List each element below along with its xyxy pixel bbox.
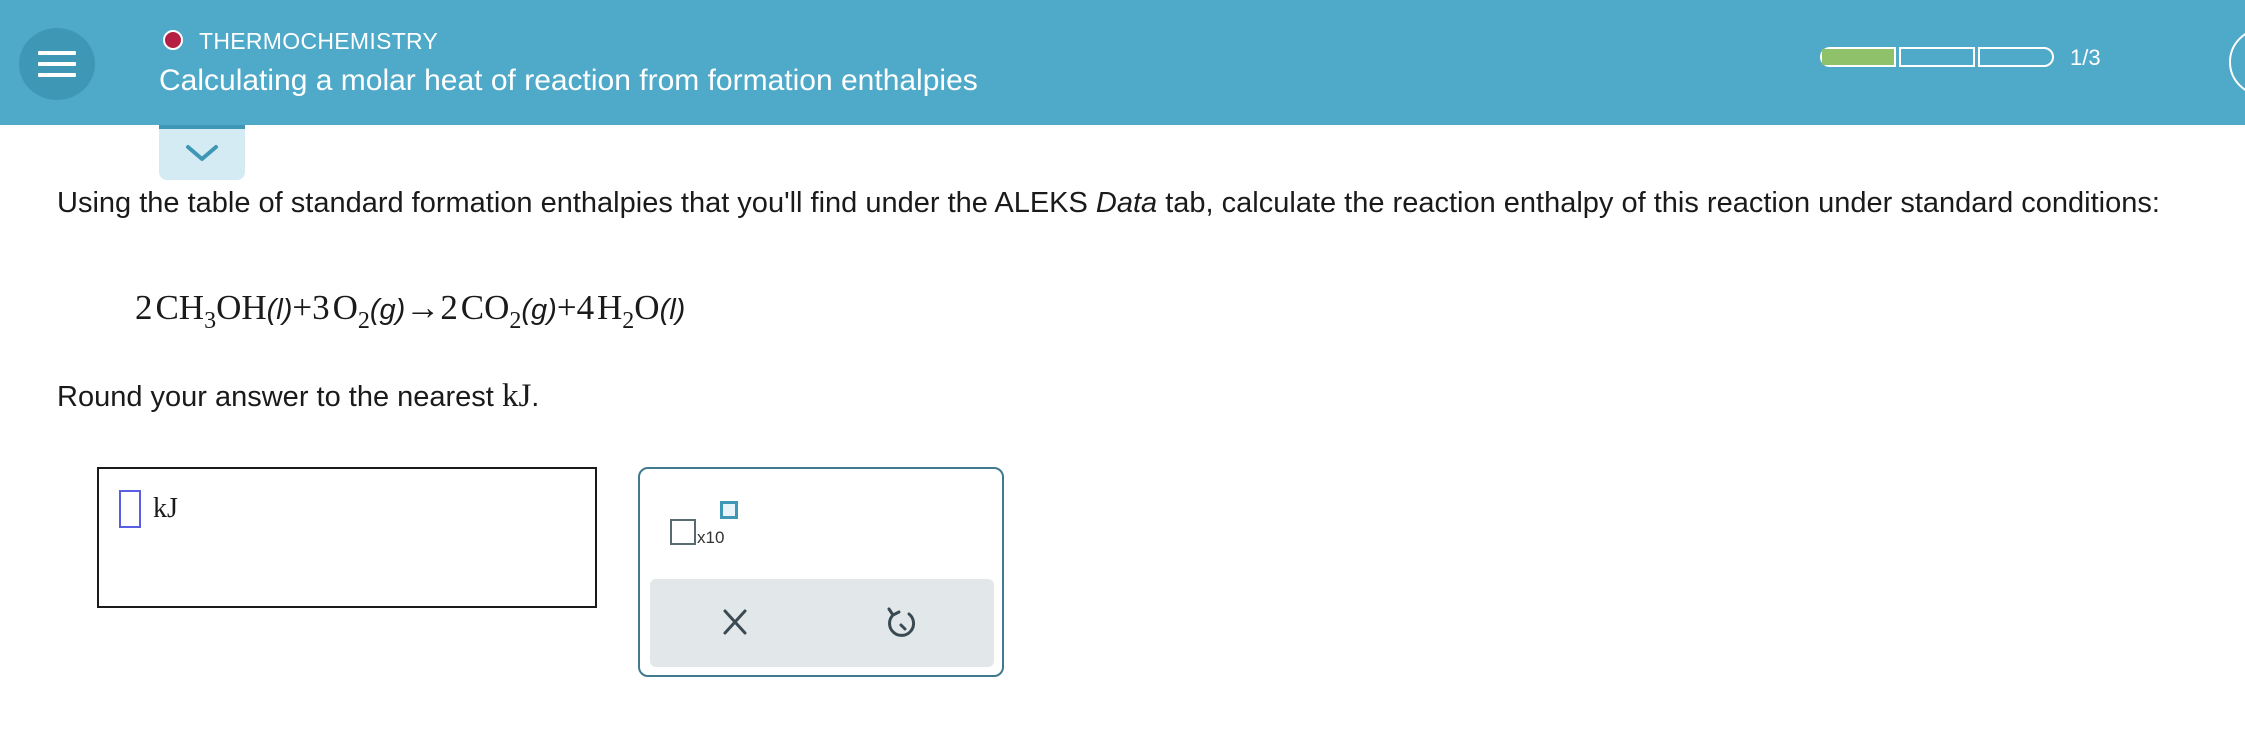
close-icon [723,609,747,635]
progress-count: 1/3 [2070,45,2101,70]
question-text: Using the table of standard formation en… [57,187,2160,219]
topic-status-dot [163,30,183,50]
reaction-arrow: → [405,288,441,327]
scientific-notation-icon [670,519,696,545]
answer-area: kJ [97,467,597,608]
topic-label: THERMOCHEMISTRY [199,28,439,54]
chemical-equation: 2 CH3OH(l)+3 O2(g)→2 CO2(g)+4 H2O(l) [135,288,686,334]
x10-label: x10 [697,528,725,547]
progress-segment [1978,47,2054,67]
scientific-notation-button[interactable]: x10 [670,501,742,551]
page-title: Calculating a molar heat of reaction fro… [159,64,978,97]
exponent-box-icon [720,501,738,519]
progress-segment [1899,47,1975,67]
clear-button[interactable] [710,603,760,643]
collapse-header-button[interactable] [159,125,245,180]
action-bar [650,579,994,667]
answer-input[interactable] [119,490,141,528]
answer-unit: kJ [153,493,178,524]
progress-segment [1820,47,1896,67]
rounding-instruction: Round your answer to the nearest kJ. [57,378,540,414]
top-bar: THERMOCHEMISTRY Calculating a molar heat… [0,0,2245,125]
profile-button[interactable] [2229,28,2245,96]
undo-button[interactable] [876,601,926,645]
chevron-down-icon [186,145,218,161]
menu-button[interactable] [19,28,95,100]
undo-icon [887,607,916,637]
data-tab-reference: Data [1095,187,1158,219]
progress-bar [1820,47,2054,67]
math-toolbox: x10 [638,467,1004,677]
